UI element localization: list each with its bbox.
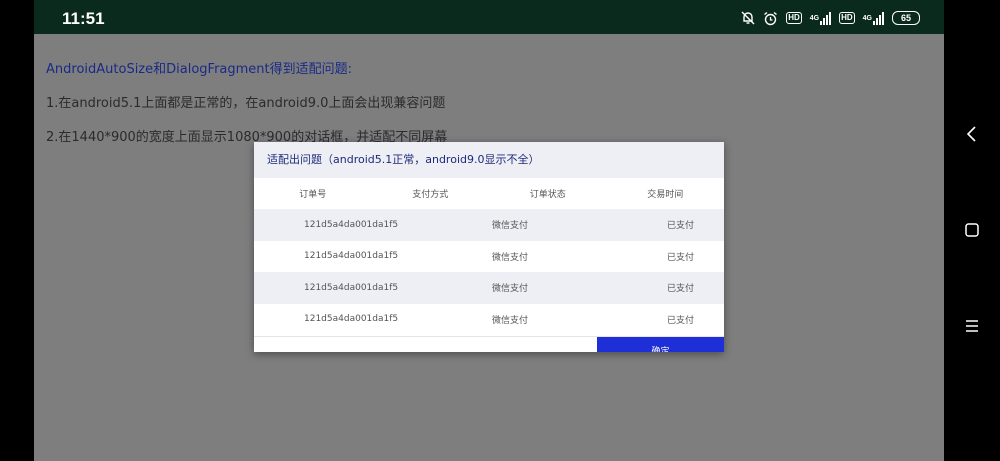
hd-badge-2: HD (839, 12, 855, 24)
signal-icon: 4G (863, 11, 884, 25)
cell-status: 已支付 (667, 284, 695, 295)
menu-icon[interactable] (960, 314, 984, 338)
table-header: 订单号 支付方式 订单状态 交易时间 (254, 178, 724, 209)
battery-icon: 65 (892, 11, 920, 25)
dialog-title: 适配出问题（android5.1正常，android9.0显示不全） (254, 142, 724, 178)
table-row[interactable]: 121d5a4da001da1f5 微信支付 已支付 (254, 272, 724, 304)
table-body: 121d5a4da001da1f5 微信支付 已支付 121d5a4da001d… (254, 209, 724, 335)
signal-icon: 4G (809, 11, 832, 25)
cell-order-id: 121d5a4da001da1f5 (304, 219, 399, 230)
heading-text: AndroidAutoSize和DialogFragment得到适配问题: (46, 62, 353, 77)
dialog-footer: 确定 (254, 336, 724, 352)
cell-payment: 微信支付 (492, 221, 529, 232)
header-order-id: 订单号 (299, 190, 327, 200)
cell-order-id: 121d5a4da001da1f5 (304, 314, 399, 325)
header-transaction-time: 交易时间 (647, 190, 684, 200)
status-bar: 11:51 HD 4G HD 4G 65 (34, 0, 944, 34)
mute-bell-icon (741, 11, 755, 25)
header-order-status: 订单状态 (529, 190, 566, 200)
status-icons: HD 4G HD 4G 65 (741, 9, 920, 27)
alarm-icon (763, 11, 778, 26)
confirm-button[interactable]: 确定 (597, 337, 724, 352)
cell-order-id: 121d5a4da001da1f5 (304, 251, 399, 262)
cell-payment: 微信支付 (492, 252, 529, 263)
back-icon[interactable] (960, 122, 984, 146)
page-content: AndroidAutoSize和DialogFragment得到适配问题: 1.… (46, 58, 447, 145)
table-row[interactable]: 121d5a4da001da1f5 微信支付 已支付 (254, 209, 724, 241)
cell-payment: 微信支付 (492, 284, 529, 295)
network-type-1: 4G (809, 14, 820, 22)
app-screen: 11:51 HD 4G HD 4G 65 AndroidAutoSize和Dia… (34, 0, 944, 461)
header-payment-method: 支付方式 (412, 190, 449, 200)
hd-badge-1: HD (786, 12, 802, 24)
cell-order-id: 121d5a4da001da1f5 (304, 282, 399, 293)
order-dialog: 适配出问题（android5.1正常，android9.0显示不全） 订单号 支… (254, 142, 724, 352)
description-line-1: 1.在android5.1上面都是正常的，在android9.0上面会出现兼容问… (46, 96, 446, 111)
table-row[interactable]: 121d5a4da001da1f5 微信支付 已支付 (254, 304, 724, 336)
cell-payment: 微信支付 (492, 315, 529, 326)
table-row[interactable]: 121d5a4da001da1f5 微信支付 已支付 (254, 241, 724, 273)
left-black-edge (0, 0, 34, 461)
home-icon[interactable] (960, 218, 984, 242)
network-type-2: 4G (862, 14, 872, 22)
cell-status: 已支付 (667, 315, 695, 326)
navigation-bar (944, 0, 1000, 461)
status-time: 11:51 (62, 9, 105, 28)
cell-status: 已支付 (667, 221, 695, 232)
cell-status: 已支付 (667, 252, 695, 263)
